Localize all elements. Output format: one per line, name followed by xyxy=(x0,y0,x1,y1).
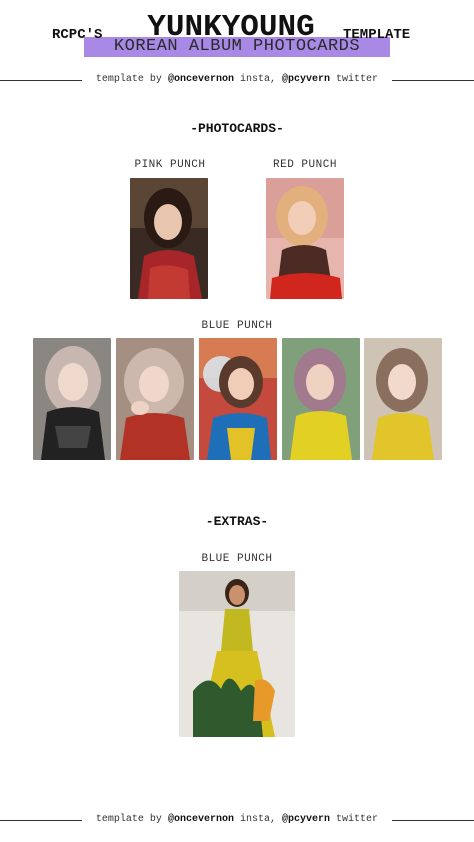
footer-twitter-label: twitter xyxy=(336,814,379,825)
photocard-blue-punch-1[interactable] xyxy=(33,338,111,460)
photocard-blue-punch-4[interactable] xyxy=(282,338,360,460)
footer-credit-template-by: template by xyxy=(95,814,162,825)
version-label-blue-punch: BLUE PUNCH xyxy=(201,320,273,332)
version-label-pink-punch: PINK PUNCH xyxy=(134,159,206,171)
photocard-blue-punch-5[interactable] xyxy=(364,338,442,460)
photocard-blue-punch-2[interactable] xyxy=(116,338,194,460)
insta-handle-link[interactable]: @oncevernon xyxy=(168,74,234,85)
twitter-label: twitter xyxy=(336,74,379,85)
twitter-handle-link[interactable]: @pcyvern xyxy=(282,74,330,85)
photocards-title: -PHOTOCARDS- xyxy=(190,121,284,136)
version-label-red-punch: RED PUNCH xyxy=(273,159,337,171)
extras-title: -EXTRAS- xyxy=(205,514,269,529)
footer-divider-right xyxy=(392,820,474,821)
footer-insta-label: insta, xyxy=(239,814,276,825)
photocard-red-punch[interactable] xyxy=(266,178,344,299)
photocard-pink-punch[interactable] xyxy=(130,178,208,299)
insta-label: insta, xyxy=(239,74,276,85)
footer-divider-left xyxy=(0,820,82,821)
page-subtitle: KOREAN ALBUM PHOTOCARDS xyxy=(113,37,361,56)
extra-standee-blue-punch[interactable] xyxy=(179,571,295,737)
extras-version-label: BLUE PUNCH xyxy=(201,553,273,565)
credit-template-by: template by xyxy=(95,74,162,85)
credit-line: template by @oncevernon insta, @pcyvern … xyxy=(88,73,386,87)
divider-right xyxy=(392,80,474,81)
photocard-blue-punch-3[interactable] xyxy=(199,338,277,460)
footer-credit-line: template by @oncevernon insta, @pcyvern … xyxy=(88,813,386,827)
footer-insta-handle-link[interactable]: @oncevernon xyxy=(168,814,234,825)
footer-twitter-handle-link[interactable]: @pcyvern xyxy=(282,814,330,825)
divider-left xyxy=(0,80,82,81)
